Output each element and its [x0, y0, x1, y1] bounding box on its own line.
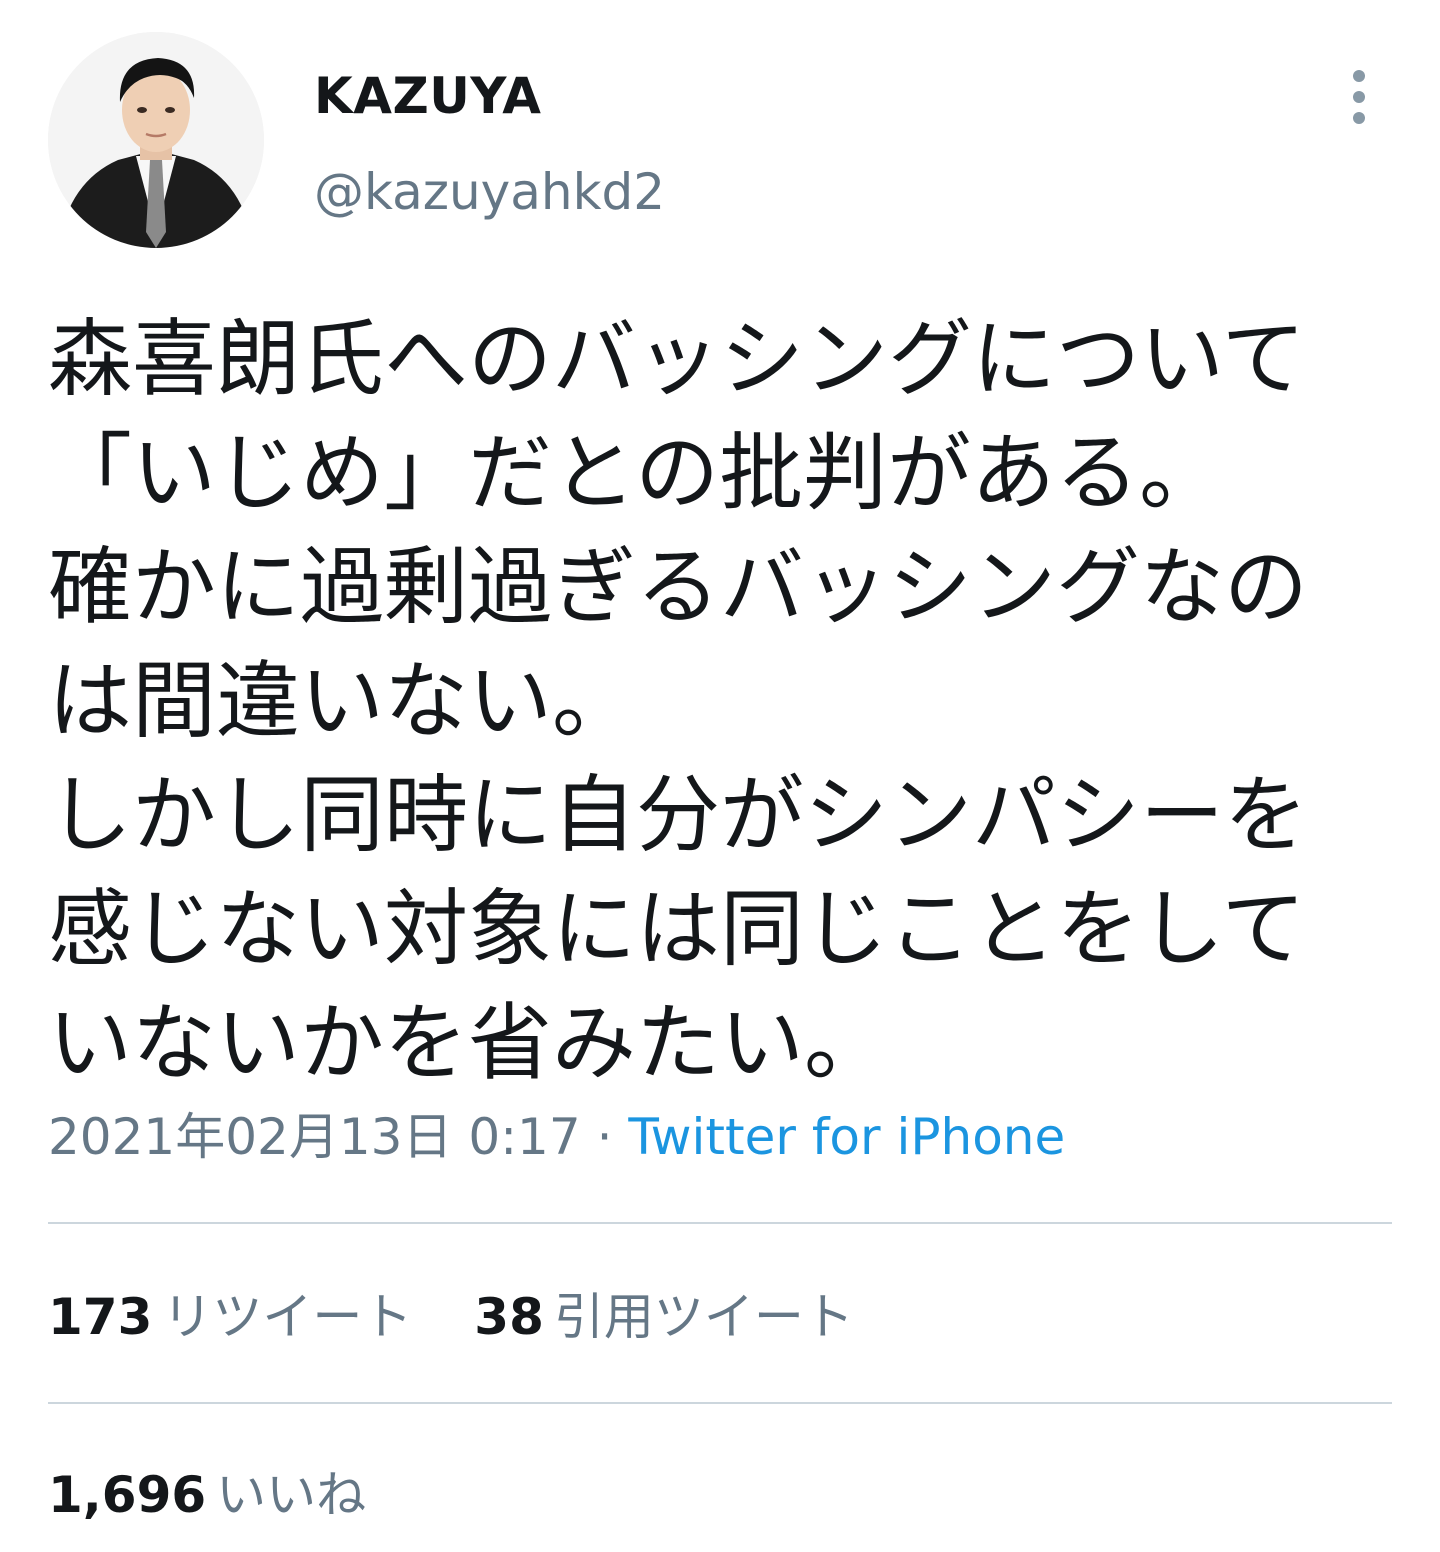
- tweet-text-line: いないかを省みたい。: [48, 994, 889, 1092]
- more-vertical-icon: [1353, 70, 1365, 82]
- timestamp[interactable]: 2021年02月13日 0:17: [48, 1108, 581, 1166]
- display-name[interactable]: KAZUYA: [314, 64, 541, 128]
- like-count: 1,696: [48, 1466, 207, 1524]
- tweet-text-line: しかし同時に自分がシンパシーを: [48, 766, 1309, 864]
- tweet-text-line: 確かに過剰過ぎるバッシングなの: [48, 538, 1309, 636]
- tweet-detail: KAZUYA @kazuyahkd2 森喜朗氏へのバッシングについて 「いじめ」…: [0, 0, 1440, 1552]
- tweet-text-line: 感じない対象には同じことをして: [48, 880, 1306, 978]
- tweet-text: 森喜朗氏へのバッシングについて 「いじめ」だとの批判がある。 確かに過剰過ぎるバ…: [48, 302, 1392, 1100]
- retweet-stats-row: 173 リツイート 38 引用ツイート: [48, 1284, 900, 1350]
- source-link[interactable]: Twitter for iPhone: [628, 1108, 1065, 1166]
- more-vertical-icon-dot: [1353, 91, 1365, 103]
- quote-count: 38: [474, 1288, 544, 1346]
- retweet-count: 173: [48, 1288, 153, 1346]
- more-options-button[interactable]: [1336, 66, 1382, 128]
- likes-stats-row: 1,696 いいね: [48, 1462, 412, 1528]
- more-vertical-icon-dot: [1353, 112, 1365, 124]
- tweet-text-line: は間違いない。: [48, 652, 637, 750]
- tweet-meta: 2021年02月13日 0:17 · Twitter for iPhone: [48, 1104, 1065, 1170]
- profile-photo-icon: [48, 32, 264, 248]
- tweet-text-line: 「いじめ」だとの批判がある。: [48, 424, 1224, 522]
- user-handle[interactable]: @kazuyahkd2: [314, 160, 665, 224]
- quote-label: 引用ツイート: [553, 1288, 854, 1346]
- quotes-stat[interactable]: 38 引用ツイート: [474, 1284, 854, 1350]
- tweet-text-line: 森喜朗氏へのバッシングについて: [48, 310, 1306, 408]
- likes-stat[interactable]: 1,696 いいね: [48, 1462, 366, 1528]
- like-label: いいね: [216, 1466, 367, 1524]
- meta-separator: ·: [580, 1108, 629, 1166]
- divider: [48, 1402, 1392, 1404]
- avatar[interactable]: [48, 32, 264, 248]
- divider: [48, 1222, 1392, 1224]
- retweet-label: リツイート: [162, 1288, 413, 1346]
- retweets-stat[interactable]: 173 リツイート: [48, 1284, 412, 1350]
